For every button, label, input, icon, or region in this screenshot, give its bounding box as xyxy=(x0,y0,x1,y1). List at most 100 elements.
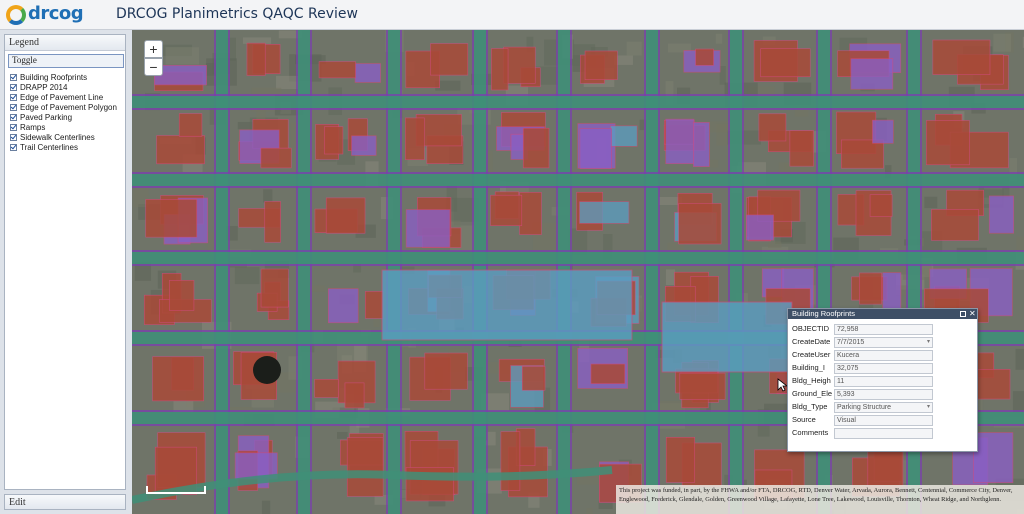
map-feature-polygon[interactable] xyxy=(579,201,630,224)
map-feature-polygon[interactable] xyxy=(521,366,546,391)
attribute-value-field[interactable]: Kucera xyxy=(834,350,933,361)
map-feature-polygon[interactable] xyxy=(152,356,204,402)
map-feature-polygon[interactable] xyxy=(145,199,198,238)
map-feature-polygon[interactable] xyxy=(695,48,714,66)
map-feature-polygon[interactable] xyxy=(318,61,356,79)
map-feature-polygon[interactable] xyxy=(758,113,787,142)
layer-checkbox[interactable] xyxy=(10,73,17,81)
map-feature-polygon[interactable] xyxy=(328,288,359,324)
map-feature-polygon[interactable] xyxy=(351,135,377,156)
attribute-value-field[interactable]: 32,075 xyxy=(834,363,933,374)
map-feature-polygon[interactable] xyxy=(344,382,365,409)
zoom-out-button[interactable]: − xyxy=(144,58,163,76)
map-feature-polygon[interactable] xyxy=(665,118,695,165)
map-feature-polygon[interactable] xyxy=(850,58,894,90)
map-feature-polygon[interactable] xyxy=(325,197,366,234)
attribute-value-field[interactable]: Parking Structure ▾ xyxy=(834,402,933,413)
map-feature-polygon[interactable] xyxy=(246,42,266,76)
map-feature-polygon[interactable] xyxy=(260,268,289,308)
campus-building[interactable] xyxy=(381,269,633,341)
layer-checkbox[interactable] xyxy=(10,93,17,101)
map-feature-polygon[interactable] xyxy=(693,122,710,167)
map-feature-polygon[interactable] xyxy=(430,43,469,76)
map-feature-polygon[interactable] xyxy=(405,117,425,160)
map-feature-polygon[interactable] xyxy=(760,48,811,78)
maximize-icon[interactable] xyxy=(960,311,966,317)
map-feature-polygon[interactable] xyxy=(156,135,205,165)
map-feature-polygon[interactable] xyxy=(610,125,638,147)
map-feature-polygon[interactable] xyxy=(678,203,722,245)
map-feature-polygon[interactable] xyxy=(859,272,882,305)
map-feature-polygon[interactable] xyxy=(169,280,195,311)
layer-item[interactable]: Sidewalk Centerlines xyxy=(10,132,124,142)
map-feature-polygon[interactable] xyxy=(872,119,894,144)
attribute-value-text: Parking Structure xyxy=(837,404,892,411)
map-feature-polygon[interactable] xyxy=(264,201,281,243)
layer-checkbox[interactable] xyxy=(10,113,17,121)
layer-item[interactable]: Trail Centerlines xyxy=(10,142,124,152)
map-feature-polygon[interactable] xyxy=(314,379,339,398)
attribute-value-field[interactable] xyxy=(834,428,933,439)
map-feature-polygon[interactable] xyxy=(260,147,292,169)
road-polygon[interactable] xyxy=(132,96,1024,108)
layer-item[interactable]: Edge of Pavement Line xyxy=(10,92,124,102)
attribute-row: Building_I 32,075 xyxy=(788,362,977,375)
layer-checkbox[interactable] xyxy=(10,133,17,141)
map-feature-polygon[interactable] xyxy=(973,432,1014,483)
map-feature-polygon[interactable] xyxy=(789,130,814,167)
attribute-value-field[interactable]: Visual xyxy=(834,415,933,426)
layer-item[interactable]: Paved Parking xyxy=(10,112,124,122)
campus-building[interactable] xyxy=(661,301,793,373)
attribute-value-field[interactable]: 7/7/2015 ▾ xyxy=(834,337,933,348)
map-feature-polygon[interactable] xyxy=(405,209,451,248)
map-feature-polygon[interactable] xyxy=(522,127,550,169)
map-feature-polygon[interactable] xyxy=(932,39,991,75)
dropdown-caret-icon[interactable]: ▾ xyxy=(927,403,930,412)
road-polygon[interactable] xyxy=(132,252,1024,264)
map-feature-polygon[interactable] xyxy=(679,372,726,400)
layer-item[interactable]: Ramps xyxy=(10,122,124,132)
map-feature-polygon[interactable] xyxy=(840,139,884,169)
map-feature-polygon[interactable] xyxy=(346,437,384,497)
layer-checkbox[interactable] xyxy=(10,143,17,151)
map-feature-polygon[interactable] xyxy=(365,291,384,319)
map-feature-polygon[interactable] xyxy=(988,195,1014,234)
road-polygon[interactable] xyxy=(132,174,1024,186)
attribute-value-field[interactable]: 72,958 xyxy=(834,324,933,335)
layer-checkbox[interactable] xyxy=(10,83,17,91)
layer-item[interactable]: Edge of Pavement Polygon xyxy=(10,102,124,112)
map-feature-polygon[interactable] xyxy=(354,63,381,83)
map-feature-polygon[interactable] xyxy=(519,192,542,235)
imagery-patch xyxy=(276,75,299,90)
zoom-in-button[interactable]: + xyxy=(144,40,163,58)
map-feature-polygon[interactable] xyxy=(869,194,893,217)
legend-header[interactable]: Legend xyxy=(5,35,125,51)
attribute-value-field[interactable]: 11 xyxy=(834,376,933,387)
layer-checkbox[interactable] xyxy=(10,123,17,131)
imagery-patch xyxy=(665,269,676,286)
map-feature-polygon[interactable] xyxy=(178,113,203,137)
popup-header[interactable]: Building Roofprints ✕ xyxy=(788,309,977,319)
map-feature-polygon[interactable] xyxy=(584,50,618,81)
map-feature-polygon[interactable] xyxy=(324,126,344,155)
map-feature-polygon[interactable] xyxy=(490,194,523,226)
map-feature-polygon[interactable] xyxy=(500,431,521,491)
map-feature-polygon[interactable] xyxy=(491,48,509,91)
attribute-popup[interactable]: Building Roofprints ✕ OBJECTID 72,958 Crea… xyxy=(787,308,978,452)
toggle-button[interactable]: Toggle xyxy=(8,54,124,68)
map-feature-polygon[interactable] xyxy=(931,209,979,241)
imagery-patch xyxy=(337,431,348,439)
map-feature-polygon[interactable] xyxy=(424,352,468,390)
edit-panel-header[interactable]: Edit xyxy=(4,494,126,510)
map-feature-polygon[interactable] xyxy=(745,214,774,241)
map-feature-polygon[interactable] xyxy=(926,120,970,166)
layer-checkbox[interactable] xyxy=(10,103,17,111)
attribute-value-field[interactable]: 5,393 xyxy=(834,389,933,400)
map-feature-polygon[interactable] xyxy=(590,363,626,384)
layer-item[interactable]: DRAPP 2014 xyxy=(10,82,124,92)
map-feature-polygon[interactable] xyxy=(665,436,695,483)
dropdown-caret-icon[interactable]: ▾ xyxy=(927,338,930,347)
map-feature-polygon[interactable] xyxy=(579,128,612,169)
close-icon[interactable]: ✕ xyxy=(969,309,976,319)
layer-item[interactable]: Building Roofprints xyxy=(10,72,124,82)
